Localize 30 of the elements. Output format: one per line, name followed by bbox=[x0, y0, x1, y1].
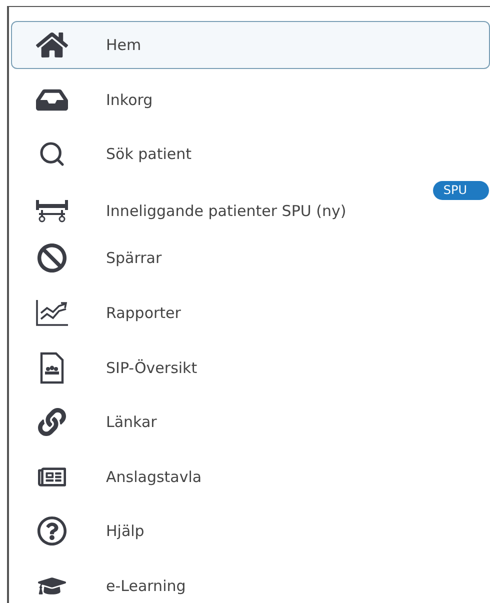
link-icon bbox=[38, 408, 66, 436]
menu-item-label: Inneliggande patienter SPU (ny) bbox=[106, 200, 346, 221]
menu-item[interactable]: Hem bbox=[11, 21, 490, 69]
menu-item[interactable]: Rapporter bbox=[11, 288, 490, 337]
menu-item-label: Anslagstavla bbox=[106, 466, 202, 487]
spu-badge: SPU bbox=[433, 180, 489, 200]
menu-item[interactable]: e-Learning bbox=[11, 562, 490, 603]
menu-item-label: Spärrar bbox=[106, 248, 162, 268]
menu-item[interactable]: Hjälp bbox=[11, 507, 490, 556]
menu-item-label: SIP-Översikt bbox=[106, 358, 198, 378]
menu-item[interactable]: SIP-Översikt bbox=[11, 344, 490, 392]
menu-item[interactable]: Inneliggande patienter SPU (ny) SPU bbox=[11, 180, 490, 228]
menu-item-label: Hem bbox=[106, 35, 142, 55]
help-icon bbox=[37, 516, 67, 546]
document-people-icon bbox=[40, 352, 64, 384]
menu-item-label: Inkorg bbox=[106, 90, 153, 110]
stretcher-icon bbox=[35, 198, 69, 223]
line-chart-icon bbox=[35, 298, 69, 327]
menu-item-label: Hjälp bbox=[106, 521, 144, 542]
menu-item-label: Länkar bbox=[106, 412, 157, 432]
menu-item[interactable]: Länkar bbox=[11, 398, 490, 446]
menu-item[interactable]: Anslagstavla bbox=[11, 452, 490, 501]
menu-item-label: Rapporter bbox=[106, 302, 181, 323]
search-icon bbox=[38, 140, 66, 168]
menu-item[interactable]: Spärrar bbox=[11, 234, 490, 282]
menu-item[interactable]: Sök patient bbox=[11, 130, 490, 178]
prohibited-icon bbox=[37, 243, 67, 274]
menu-item-label: Sök patient bbox=[106, 144, 192, 164]
menu-item-label: e-Learning bbox=[106, 576, 186, 596]
menu-item[interactable]: Inkorg bbox=[11, 76, 490, 124]
